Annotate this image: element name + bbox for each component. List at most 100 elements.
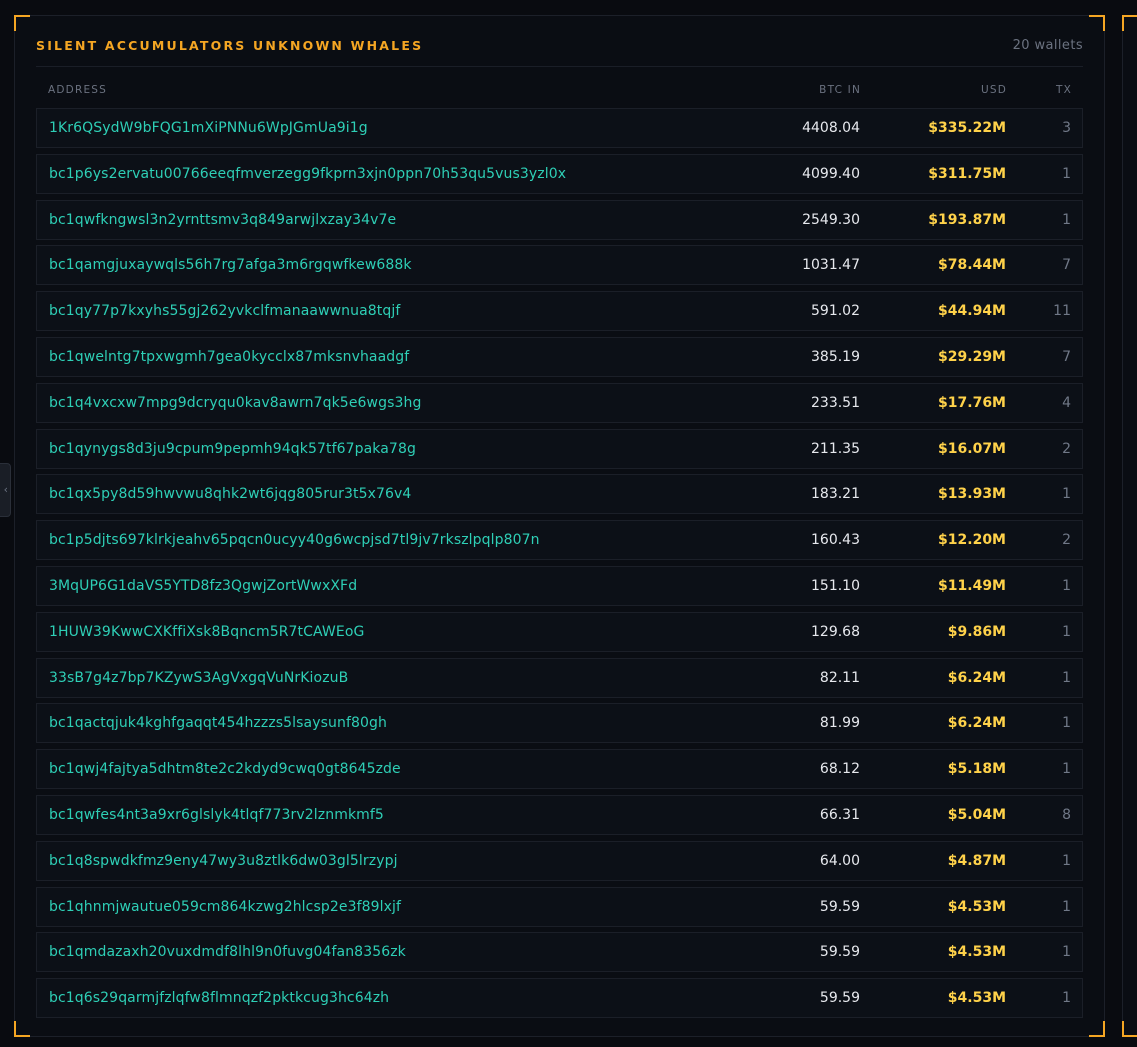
table-row[interactable]: bc1p6ys2ervatu00766eeqfmverzegg9fkprn3xj…	[36, 153, 1083, 194]
btc-in-value: 183.21	[811, 486, 860, 503]
table-row[interactable]: bc1p5djts697klrkjeahv65pqcn0ucyy40g6wcpj…	[36, 520, 1083, 561]
wallet-address-link[interactable]: bc1q8spwdkfmz9eny47wy3u8ztlk6dw03gl5lrzy…	[49, 853, 398, 869]
wallet-address-link[interactable]: bc1p5djts697klrkjeahv65pqcn0ucyy40g6wcpj…	[49, 532, 540, 548]
btc-in-value: 591.02	[811, 303, 860, 320]
corner-bracket	[1089, 15, 1105, 31]
table-row[interactable]: bc1qactqjuk4kghfgaqqt454hzzzs5lsaysunf80…	[36, 703, 1083, 744]
btc-in-value: 4408.04	[802, 120, 860, 136]
table-row[interactable]: 1HUW39KwwCXKffiXsk8Bqncm5R7tCAWEoG 129.68…	[36, 611, 1083, 652]
btc-in-value: 4099.40	[802, 165, 860, 182]
btc-in-value: 233.51	[811, 394, 860, 411]
usd-value: $78.44M	[938, 257, 1006, 274]
column-header-btc: BTC IN	[819, 84, 861, 96]
wallet-address-link[interactable]: bc1qwfes4nt3a9xr6glslyk4tlqf773rv2lznmkm…	[49, 807, 384, 823]
tx-count: 1	[1062, 898, 1071, 915]
table-row[interactable]: bc1qwelntg7tpxwgmh7gea0kycclx87mksnvhaad…	[36, 336, 1083, 377]
btc-in-value: 81.99	[819, 715, 860, 732]
wallet-address-link[interactable]: bc1qwelntg7tpxwgmh7gea0kycclx87mksnvhaad…	[49, 349, 409, 365]
corner-bracket	[1122, 15, 1137, 31]
usd-value: $11.49M	[938, 577, 1006, 594]
wallet-table: 1Kr6QSydW9bFQG1mXiPNNu6WpJGmUa9i1g 4408.0…	[36, 108, 1083, 1024]
wallet-address-link[interactable]: bc1qy77p7kxyhs55gj262yvkclfmanaawwnua8tq…	[49, 303, 400, 319]
btc-in-value: 160.43	[811, 532, 860, 549]
btc-in-value: 64.00	[819, 852, 860, 869]
tx-count: 1	[1062, 165, 1071, 182]
panel-header: SILENT ACCUMULATORS UNKNOWN WHALES 20 wa…	[36, 36, 1083, 67]
usd-value: $44.94M	[938, 303, 1006, 320]
wallet-address-link[interactable]: bc1qamgjuxaywqls56h7rg7afga3m6rgqwfkew68…	[49, 257, 412, 273]
usd-value: $17.76M	[938, 394, 1006, 411]
chevron-left-icon[interactable]: ‹	[0, 463, 11, 517]
btc-in-value: 211.35	[811, 440, 860, 457]
usd-value: $29.29M	[938, 348, 1006, 365]
tx-count: 1	[1062, 669, 1071, 686]
tx-count: 1	[1062, 486, 1071, 503]
table-row[interactable]: bc1qmdazaxh20vuxdmdf8lhl9n0fuvg04fan8356…	[36, 932, 1083, 973]
adjacent-panel	[1122, 15, 1137, 1037]
btc-in-value: 66.31	[819, 806, 860, 823]
table-row[interactable]: bc1q6s29qarmjfzlqfw8flmnqzf2pktkcug3hc64…	[36, 978, 1083, 1019]
wallet-address-link[interactable]: bc1qactqjuk4kghfgaqqt454hzzzs5lsaysunf80…	[49, 715, 387, 731]
usd-value: $12.20M	[938, 532, 1006, 549]
tx-count: 8	[1062, 806, 1071, 823]
table-row[interactable]: bc1qy77p7kxyhs55gj262yvkclfmanaawwnua8tq…	[36, 291, 1083, 332]
tx-count: 4	[1062, 394, 1071, 411]
wallet-address-link[interactable]: bc1q4vxcxw7mpg9dcryqu0kav8awrn7qk5e6wgs3…	[49, 395, 421, 411]
table-row[interactable]: 1Kr6QSydW9bFQG1mXiPNNu6WpJGmUa9i1g 4408.0…	[36, 108, 1083, 148]
btc-in-value: 2549.30	[802, 211, 860, 228]
table-row[interactable]: bc1qynygs8d3ju9cpum9pepmh94qk57tf67paka7…	[36, 428, 1083, 469]
tx-count: 2	[1062, 440, 1071, 457]
corner-bracket	[1089, 1021, 1105, 1037]
table-row[interactable]: bc1qx5py8d59hwvwu8qhk2wt6jqg805rur3t5x76…	[36, 474, 1083, 515]
wallet-address-link[interactable]: bc1qynygs8d3ju9cpum9pepmh94qk57tf67paka7…	[49, 441, 416, 457]
wallet-address-link[interactable]: 1HUW39KwwCXKffiXsk8Bqncm5R7tCAWEoG	[49, 624, 364, 640]
table-row[interactable]: bc1qwfes4nt3a9xr6glslyk4tlqf773rv2lznmkm…	[36, 794, 1083, 835]
wallet-address-link[interactable]: bc1qhnmjwautue059cm864kzwg2hlcsp2e3f89lx…	[49, 899, 401, 915]
btc-in-value: 151.10	[811, 577, 860, 594]
table-row[interactable]: bc1qamgjuxaywqls56h7rg7afga3m6rgqwfkew68…	[36, 245, 1083, 286]
corner-bracket	[1122, 1021, 1137, 1037]
table-row[interactable]: bc1qhnmjwautue059cm864kzwg2hlcsp2e3f89lx…	[36, 886, 1083, 927]
tx-count: 1	[1062, 577, 1071, 594]
table-row[interactable]: 33sB7g4z7bp7KZywS3AgVxgqVuNrKiozuB 82.11 $…	[36, 657, 1083, 698]
usd-value: $4.53M	[947, 990, 1006, 1007]
btc-in-value: 1031.47	[802, 257, 860, 274]
table-row[interactable]: bc1qwj4fajtya5dhtm8te2c2kdyd9cwq0gt8645z…	[36, 749, 1083, 790]
whales-panel: SILENT ACCUMULATORS UNKNOWN WHALES 20 wa…	[14, 15, 1105, 1037]
wallet-address-link[interactable]: 1Kr6QSydW9bFQG1mXiPNNu6WpJGmUa9i1g	[49, 120, 368, 136]
usd-value: $193.87M	[928, 211, 1006, 228]
btc-in-value: 59.59	[819, 990, 860, 1007]
tx-count: 1	[1062, 852, 1071, 869]
usd-value: $13.93M	[938, 486, 1006, 503]
table-row[interactable]: 3MqUP6G1daVS5YTD8fz3QgwjZortWwxXFd 151.10…	[36, 565, 1083, 606]
btc-in-value: 68.12	[819, 761, 860, 778]
tx-count: 7	[1062, 348, 1071, 365]
wallet-address-link[interactable]: 33sB7g4z7bp7KZywS3AgVxgqVuNrKiozuB	[49, 670, 348, 686]
table-row[interactable]: bc1q4vxcxw7mpg9dcryqu0kav8awrn7qk5e6wgs3…	[36, 382, 1083, 423]
tx-count: 1	[1062, 715, 1071, 732]
btc-in-value: 59.59	[819, 898, 860, 915]
wallet-address-link[interactable]: bc1p6ys2ervatu00766eeqfmverzegg9fkprn3xj…	[49, 166, 566, 182]
btc-in-value: 82.11	[819, 669, 860, 686]
wallet-address-link[interactable]: bc1qwfkngwsl3n2yrnttsmv3q849arwjlxzay34v…	[49, 212, 396, 228]
wallet-address-link[interactable]: 3MqUP6G1daVS5YTD8fz3QgwjZortWwxXFd	[49, 578, 357, 594]
btc-in-value: 385.19	[811, 348, 860, 365]
btc-in-value: 59.59	[819, 944, 860, 961]
wallet-address-link[interactable]: bc1qx5py8d59hwvwu8qhk2wt6jqg805rur3t5x76…	[49, 486, 411, 502]
wallet-count: 20 wallets	[1012, 38, 1083, 53]
usd-value: $6.24M	[947, 715, 1006, 732]
wallet-address-link[interactable]: bc1qmdazaxh20vuxdmdf8lhl9n0fuvg04fan8356…	[49, 944, 406, 960]
tx-count: 1	[1062, 761, 1071, 778]
usd-value: $6.24M	[947, 669, 1006, 686]
table-row[interactable]: bc1q8spwdkfmz9eny47wy3u8ztlk6dw03gl5lrzy…	[36, 840, 1083, 881]
panel-title: SILENT ACCUMULATORS UNKNOWN WHALES	[36, 38, 424, 53]
tx-count: 3	[1062, 120, 1071, 136]
corner-bracket	[14, 15, 30, 31]
table-row[interactable]: bc1qwfkngwsl3n2yrnttsmv3q849arwjlxzay34v…	[36, 199, 1083, 240]
btc-in-value: 129.68	[811, 623, 860, 640]
wallet-address-link[interactable]: bc1qwj4fajtya5dhtm8te2c2kdyd9cwq0gt8645z…	[49, 761, 401, 777]
tx-count: 11	[1053, 303, 1071, 320]
column-header-address: ADDRESS	[48, 84, 108, 96]
usd-value: $311.75M	[928, 165, 1006, 182]
wallet-address-link[interactable]: bc1q6s29qarmjfzlqfw8flmnqzf2pktkcug3hc64…	[49, 990, 389, 1006]
